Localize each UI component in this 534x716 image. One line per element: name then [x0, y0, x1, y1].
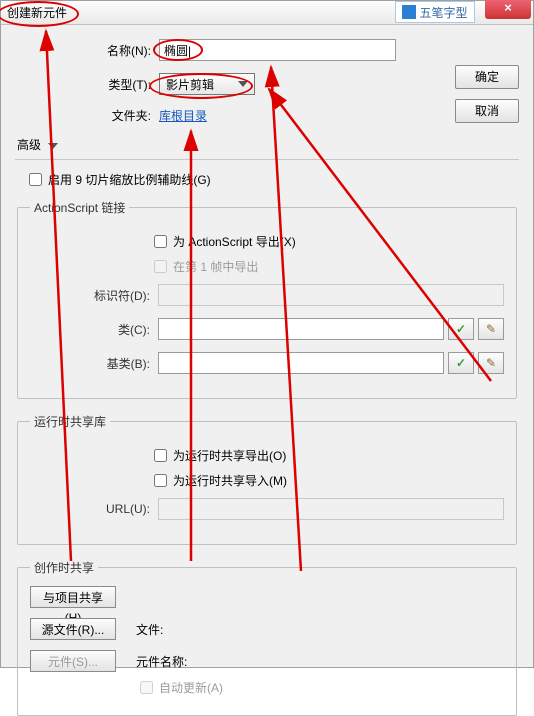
folder-link[interactable]: 库根目录: [159, 107, 207, 124]
pencil-icon: ✎: [486, 356, 496, 370]
check-icon: ✓: [456, 356, 466, 370]
label-identifier: 标识符(D):: [30, 287, 150, 304]
url-input: [158, 498, 504, 520]
legend-shared: 运行时共享库: [30, 413, 110, 430]
chevron-down-icon: [48, 143, 58, 149]
fieldset-actionscript: ActionScript 链接 为 ActionScript 导出(X) 在第 …: [17, 199, 517, 399]
share-project-button[interactable]: 与项目共享(H): [30, 586, 116, 608]
export-frame1-row: 在第 1 帧中导出: [150, 257, 504, 276]
edit-base-button[interactable]: ✎: [478, 352, 504, 374]
row-type: 类型(T): 影片剪辑: [13, 73, 521, 95]
export-as-label: 为 ActionScript 导出(X): [173, 233, 296, 250]
name-input[interactable]: [159, 39, 396, 61]
fieldset-shared-library: 运行时共享库 为运行时共享导出(O) 为运行时共享导入(M) URL(U):: [17, 413, 517, 545]
close-button[interactable]: ×: [485, 0, 531, 19]
type-select[interactable]: 影片剪辑: [159, 73, 255, 95]
label-url: URL(U):: [30, 502, 150, 516]
pencil-icon: ✎: [486, 322, 496, 336]
slice9-label: 启用 9 切片缩放比例辅助线(G): [48, 171, 211, 188]
advanced-label: 高级: [17, 138, 41, 152]
identifier-input: [158, 284, 504, 306]
base-class-input[interactable]: [158, 352, 444, 374]
legend-author: 创作时共享: [30, 559, 98, 576]
file-label: 文件:: [136, 621, 163, 638]
label-folder: 文件夹:: [13, 107, 151, 124]
row-class: 类(C): ✓ ✎: [30, 318, 504, 340]
row-folder: 文件夹: 库根目录: [13, 107, 521, 124]
auto-update-row: 自动更新(A): [136, 678, 504, 697]
symbol-button: 元件(S)...: [30, 650, 116, 672]
export-frame1-checkbox: [154, 260, 167, 273]
chevron-down-icon: [238, 81, 248, 87]
export-frame1-label: 在第 1 帧中导出: [173, 258, 258, 275]
advanced-toggle[interactable]: 高级: [17, 136, 521, 153]
titlebar: 创建新元件 五笔字型 ×: [1, 1, 533, 25]
edit-class-button[interactable]: ✎: [478, 318, 504, 340]
label-base-class: 基类(B):: [30, 355, 150, 372]
legend-actionscript: ActionScript 链接: [30, 199, 129, 216]
auto-update-label: 自动更新(A): [159, 679, 223, 696]
class-input[interactable]: [158, 318, 444, 340]
ime-badge: 五笔字型: [395, 1, 475, 23]
ime-logo-icon: [402, 5, 416, 19]
label-name: 名称(N):: [13, 42, 151, 59]
export-as-checkbox[interactable]: [154, 235, 167, 248]
divider: [15, 159, 519, 160]
label-class: 类(C):: [30, 321, 150, 338]
shared-import-label: 为运行时共享导入(M): [173, 472, 287, 489]
symbol-name-label: 元件名称:: [136, 653, 187, 670]
content-area: 确定 取消 名称(N): 类型(T): 影片剪辑 文件夹: 库根目录 高级 启用…: [1, 25, 533, 667]
shared-export-checkbox[interactable]: [154, 449, 167, 462]
shared-export-row: 为运行时共享导出(O): [150, 446, 504, 465]
fieldset-author-share: 创作时共享 与项目共享(H) 源文件(R)... 文件: 元件(S)... 元件…: [17, 559, 517, 716]
row-base-class: 基类(B): ✓ ✎: [30, 352, 504, 374]
source-file-button[interactable]: 源文件(R)...: [30, 618, 116, 640]
row-name: 名称(N):: [13, 39, 521, 61]
right-button-column: 确定 取消: [455, 65, 519, 123]
row-url: URL(U):: [30, 498, 504, 520]
check-icon: ✓: [456, 322, 466, 336]
shared-export-label: 为运行时共享导出(O): [173, 447, 286, 464]
dialog-window: 创建新元件 五笔字型 × 确定 取消 名称(N): 类型(T): 影片剪辑 文件…: [0, 0, 534, 668]
shared-import-checkbox[interactable]: [154, 474, 167, 487]
auto-update-checkbox: [140, 681, 153, 694]
slice9-checkbox[interactable]: [29, 173, 42, 186]
type-value: 影片剪辑: [166, 76, 214, 93]
ok-button[interactable]: 确定: [455, 65, 519, 89]
validate-class-button[interactable]: ✓: [448, 318, 474, 340]
export-as-row: 为 ActionScript 导出(X): [150, 232, 504, 251]
row-identifier: 标识符(D):: [30, 284, 504, 306]
ime-text: 五笔字型: [419, 4, 467, 21]
cancel-button[interactable]: 取消: [455, 99, 519, 123]
label-type: 类型(T):: [13, 76, 151, 93]
shared-import-row: 为运行时共享导入(M): [150, 471, 504, 490]
slice9-row: 启用 9 切片缩放比例辅助线(G): [25, 170, 521, 189]
validate-base-button[interactable]: ✓: [448, 352, 474, 374]
